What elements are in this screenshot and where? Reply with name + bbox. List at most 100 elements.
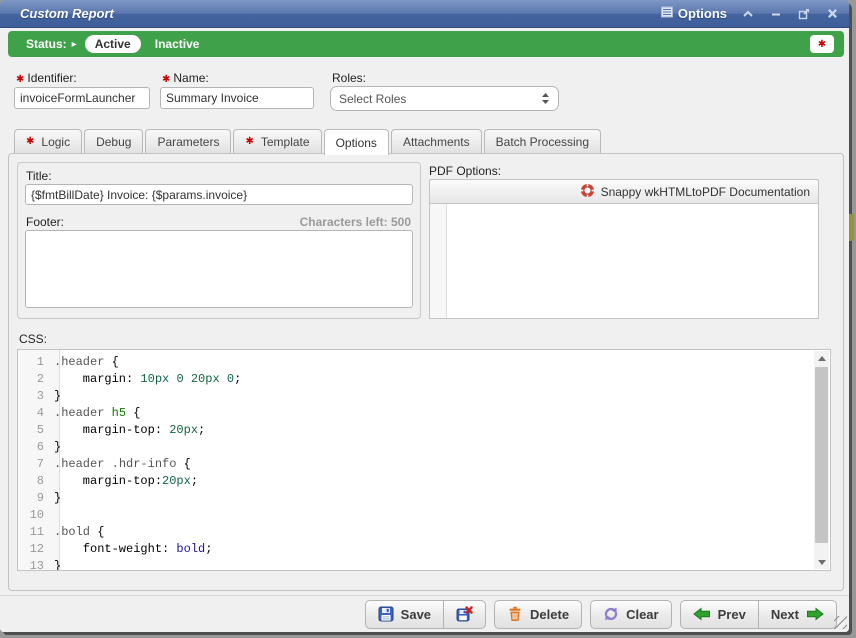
options-menu-button[interactable]: Options (661, 6, 727, 21)
button-label: Prev (718, 607, 746, 622)
tab-parameters[interactable]: Parameters (145, 129, 231, 153)
tab-logic[interactable]: ✱Logic (14, 129, 82, 153)
tab-label: Template (261, 135, 310, 149)
button-group: Delete (494, 600, 582, 629)
code-line: 7.header .hdr-info { (18, 456, 814, 473)
line-number: 6 (18, 439, 54, 456)
code-text: margin-top:20px; (54, 473, 198, 490)
title-input[interactable] (25, 184, 413, 205)
pdf-options-label: PDF Options: (429, 164, 501, 178)
button-label: Save (401, 607, 431, 622)
next-button[interactable]: Next (758, 600, 837, 629)
code-text: } (54, 388, 61, 405)
close-icon[interactable] (825, 7, 839, 21)
identifier-label: ✱Identifier: (16, 71, 77, 85)
save-cancel-button[interactable] (443, 600, 486, 629)
button-group: Prev Next (680, 600, 837, 629)
footer-label: Footer: (26, 215, 64, 229)
pdf-options-editor[interactable] (429, 204, 819, 319)
pdf-editor-gutter (430, 204, 447, 318)
code-line: 12 font-weight: bold; (18, 541, 814, 558)
collapse-icon[interactable] (741, 7, 755, 21)
code-line: 5 margin-top: 20px; (18, 422, 814, 439)
line-number: 3 (18, 388, 54, 405)
line-number: 8 (18, 473, 54, 490)
required-marker: ✱ (16, 74, 24, 85)
line-number: 9 (18, 490, 54, 507)
code-line: 11.bold { (18, 524, 814, 541)
css-code-editor[interactable]: 1.header {2 margin: 10px 0 20px 0;3}4.he… (17, 349, 831, 571)
code-line: 13} (18, 558, 814, 571)
trash-icon (507, 606, 523, 622)
code-text: margin: 10px 0 20px 0; (54, 371, 241, 388)
footer-textarea[interactable] (25, 230, 413, 308)
save-icon (378, 606, 394, 622)
tab-options[interactable]: Options (324, 129, 389, 155)
tab-label: Options (336, 136, 377, 150)
list-icon (661, 6, 673, 21)
code-text: .header .hdr-info { (54, 456, 191, 473)
status-bar: Status: ▸ Active Inactive ✱ (8, 31, 844, 57)
tab-attachments[interactable]: Attachments (391, 129, 482, 153)
minimize-icon[interactable] (769, 7, 783, 21)
clear-button[interactable]: Clear (590, 600, 672, 629)
resize-handle[interactable] (834, 616, 847, 629)
line-number: 10 (18, 507, 54, 524)
tab-debug[interactable]: Debug (84, 129, 143, 153)
required-marker: ✱ (245, 136, 253, 147)
title-footer-panel: Title: Footer: Characters left: 500 (17, 162, 421, 319)
tab-label: Logic (41, 135, 70, 149)
tab-label: Batch Processing (496, 135, 589, 149)
code-line: 2 margin: 10px 0 20px 0; (18, 371, 814, 388)
tab-template[interactable]: ✱ Template (233, 129, 321, 153)
button-group: Save (365, 600, 486, 629)
roles-select[interactable]: Select Roles (330, 86, 559, 111)
scroll-up-icon[interactable] (814, 351, 829, 365)
required-indicator-badge: ✱ (810, 35, 834, 53)
prev-button[interactable]: Prev (680, 600, 759, 629)
titlebar[interactable]: Custom Report Options (0, 0, 849, 28)
code-line: 8 margin-top:20px; (18, 473, 814, 490)
tab-batch-processing[interactable]: Batch Processing (484, 129, 601, 153)
updown-arrows-icon (541, 92, 550, 105)
arrow-right-icon (806, 606, 824, 622)
code-line: 6} (18, 439, 814, 456)
line-number: 12 (18, 541, 54, 558)
code-text: margin-top: 20px; (54, 422, 205, 439)
line-number: 11 (18, 524, 54, 541)
tab-label: Debug (96, 135, 131, 149)
code-line: 3} (18, 388, 814, 405)
arrow-left-icon (693, 606, 711, 622)
popout-icon[interactable] (797, 7, 811, 21)
identifier-input[interactable] (14, 87, 150, 109)
code-line: 9} (18, 490, 814, 507)
code-text: .header h5 { (54, 405, 140, 422)
roles-selected-value: Select Roles (339, 92, 406, 106)
status-caret-icon: ▸ (72, 39, 77, 50)
button-group: Clear (590, 600, 672, 629)
pdf-options-header: Snappy wkHTMLtoPDF Documentation (429, 179, 819, 204)
custom-report-window: Custom Report Options Status: ▸ Active I… (0, 0, 849, 632)
css-editor-scrollbar[interactable] (814, 351, 829, 569)
scrollbar-thumb[interactable] (815, 367, 828, 543)
line-number: 1 (18, 354, 54, 371)
refresh-icon (603, 606, 619, 622)
save-button[interactable]: Save (365, 600, 444, 629)
line-number: 5 (18, 422, 54, 439)
snappy-documentation-link[interactable]: Snappy wkHTMLtoPDF Documentation (601, 185, 810, 199)
css-code-lines: 1.header {2 margin: 10px 0 20px 0;3}4.he… (18, 354, 814, 571)
tab-bar: ✱Logic Debug Parameters ✱ Template Options Att… (14, 129, 601, 155)
delete-button[interactable]: Delete (494, 600, 582, 629)
title-label: Title: (26, 169, 52, 183)
name-label: ✱Name: (162, 71, 209, 85)
scroll-edge-marker (849, 214, 854, 241)
name-input[interactable] (160, 87, 314, 109)
tab-label: Attachments (403, 135, 470, 149)
status-inactive-button[interactable]: Inactive (155, 37, 200, 51)
code-text: } (54, 558, 61, 571)
footer-button-bar: Save Delete Clear Prev Next (0, 595, 849, 632)
scroll-down-icon[interactable] (814, 555, 829, 569)
status-active-button[interactable]: Active (85, 35, 141, 53)
code-text: font-weight: bold; (54, 541, 212, 558)
required-marker: ✱ (162, 74, 170, 85)
